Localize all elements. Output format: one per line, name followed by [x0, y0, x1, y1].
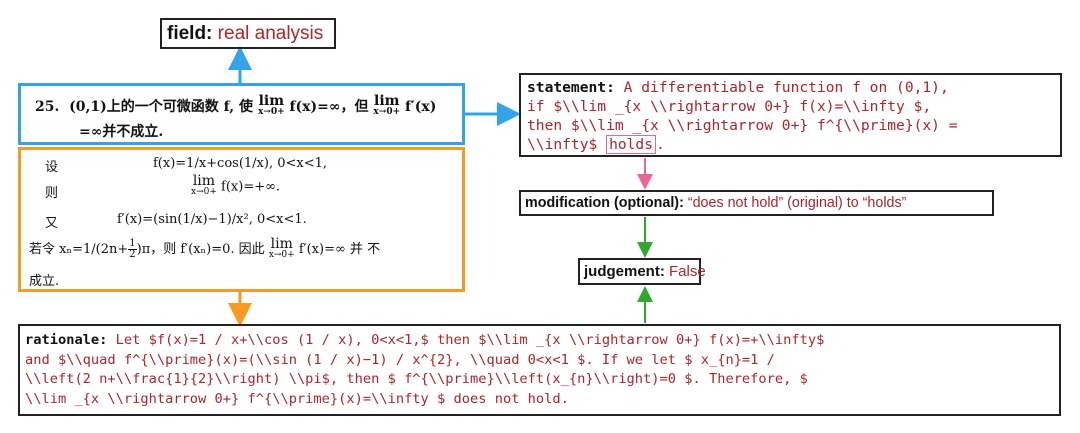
problem-line-1: 25. (0,1)上的一个可微函数 f, 使 lim x→0+ f(x)=∞，但 …	[35, 93, 437, 118]
solution-limit-2: lim x→0+	[191, 173, 217, 197]
rationale-line-1: rationale: Let $f(x)=1 / x+\\cos (1 / x)…	[25, 332, 825, 348]
problem-number: 25.	[35, 99, 60, 115]
solution-row-2-expr: lim x→0+ f(x)=+∞.	[191, 173, 281, 197]
solution-row-5: 成立.	[29, 274, 60, 289]
rationale-label: rationale:	[25, 332, 108, 348]
modification-label: modification (optional):	[525, 195, 684, 211]
problem-text-c: f′(x)	[405, 99, 437, 115]
field-label: field:	[167, 23, 213, 44]
solution-row-3-word: 又	[45, 216, 59, 231]
rationale-line-2: and $\\quad f^{\\prime}(x)=(\\sin (1 / x…	[25, 351, 775, 368]
solution-box: 设 f(x)=1/x+cos(1/x), 0<x<1, 则 lim x→0+ f(…	[18, 147, 465, 292]
field-value: real analysis	[217, 23, 324, 44]
problem-line-2: =∞并不成立.	[79, 124, 164, 140]
statement-line-1: statement: A differentiable function f o…	[527, 79, 949, 96]
solution-limit-4: lim x→0+	[268, 235, 295, 260]
solution-row-4: 若令 xₙ=1/(2n+ 1 2)π，则 f′(xₙ)=0. 因此 lim x→0+ …	[29, 235, 381, 260]
solution-row-2-word: 则	[45, 186, 59, 201]
problem-limit-2: lim x→0+	[373, 93, 401, 117]
judgement-box: judgement: False	[578, 258, 706, 285]
statement-line-3: then $\\lim _{x \\rightarrow 0+} f^{\\pr…	[527, 117, 958, 134]
solution-fraction: 12	[128, 238, 137, 260]
problem-limit-1: lim x→0+	[257, 93, 285, 117]
modification-value: “does not hold” (original) to “holds”	[687, 195, 907, 211]
judgement-label: judgement:	[584, 263, 665, 280]
holds-highlight: holds	[606, 135, 657, 154]
statement-line-4: \\infty$ holds.	[527, 135, 665, 154]
rationale-line-4: \\lim _{x \\rightarrow 0+} f^{\\prime}(x…	[25, 390, 569, 407]
problem-text-a: (0,1)上的一个可微函数 f, 使	[69, 99, 254, 115]
solution-row-3-expr: f′(x)=(sin(1/x)−1)/x², 0<x<1.	[117, 212, 307, 227]
problem-text-b: f(x)=∞，但	[289, 99, 369, 115]
problem-box: 25. (0,1)上的一个可微函数 f, 使 lim x→0+ f(x)=∞，但 …	[18, 83, 465, 145]
modification-box: modification (optional): “does not hold”…	[519, 190, 994, 216]
statement-label: statement:	[527, 79, 615, 96]
judgement-value: False	[669, 263, 706, 280]
field-box: field: real analysis	[160, 18, 336, 49]
rationale-box: rationale: Let $f(x)=1 / x+\\cos (1 / x)…	[18, 324, 1061, 416]
statement-line-2: if $\\lim _{x \\rightarrow 0+} f(x)=\\in…	[527, 98, 932, 115]
rationale-line-3: \\left(2 n+\\frac{1}{2}\\right) \\pi$, t…	[25, 371, 808, 387]
solution-row-1-expr: f(x)=1/x+cos(1/x), 0<x<1,	[153, 156, 328, 171]
solution-row-1-word: 设	[45, 160, 59, 175]
statement-box: statement: A differentiable function f o…	[519, 73, 1062, 157]
